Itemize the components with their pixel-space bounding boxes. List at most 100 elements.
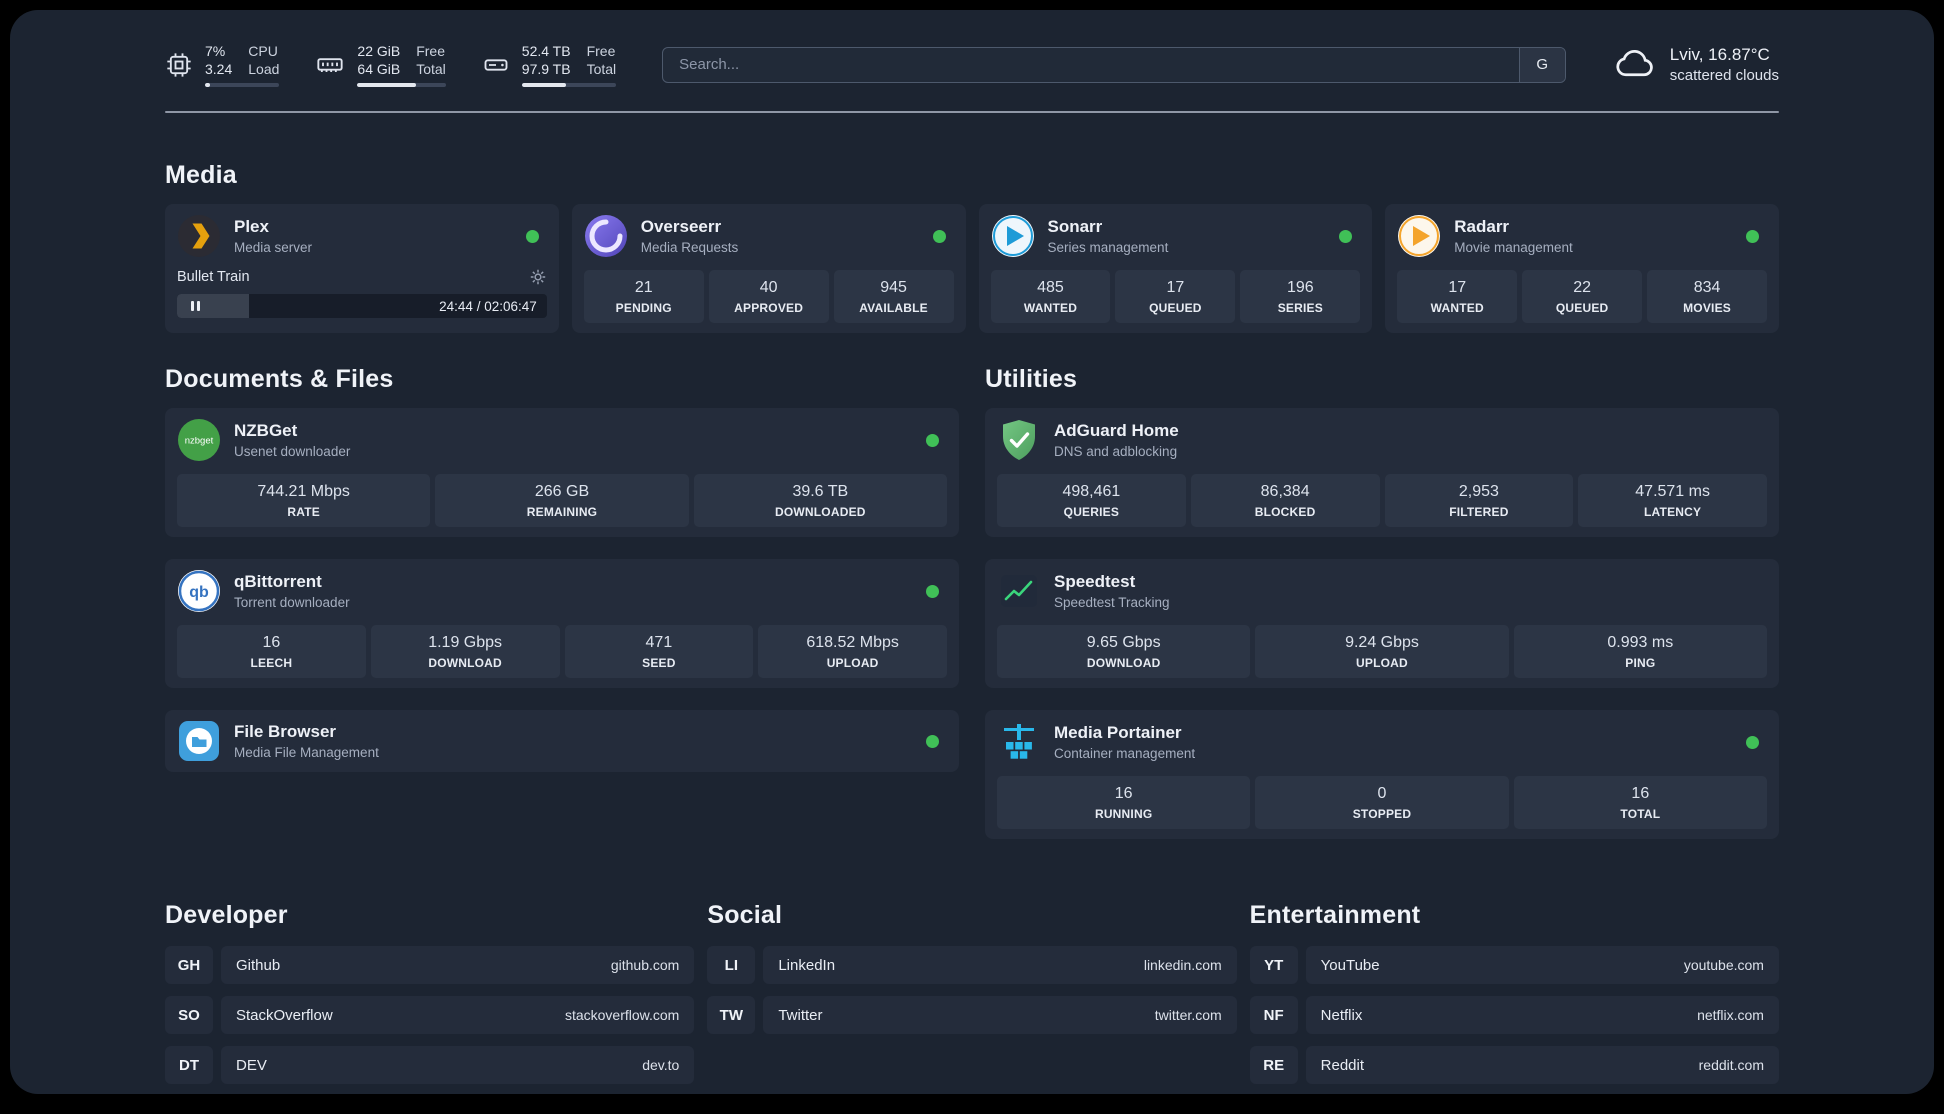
playback-time: 24:44 / 02:06:47 xyxy=(439,298,537,314)
app-card-sonarr[interactable]: Sonarr Series management 485 WANTED 17 Q… xyxy=(978,204,1373,334)
stat-queued: 22 QUEUED xyxy=(1522,270,1643,324)
stat-approved: 40 APPROVED xyxy=(708,270,829,324)
bookmark-twitter[interactable]: TW Twitter twitter.com xyxy=(707,996,1237,1035)
playback-progress-bar[interactable]: 24:44 / 02:06:47 xyxy=(177,294,547,319)
stat-running: 16 RUNNING xyxy=(997,776,1251,830)
app-card-speedtest[interactable]: Speedtest Speedtest Tracking 9.65 Gbps D… xyxy=(985,559,1779,689)
bookmark-url: linkedin.com xyxy=(1143,957,1222,974)
stat-rate: 744.21 Mbps RATE xyxy=(177,474,431,528)
utilities-column: Utilities AdGuard Home DNS and adblockin… xyxy=(985,365,1779,840)
stat-label: WANTED xyxy=(1023,301,1078,316)
bookmark-abbr: GH xyxy=(165,946,213,985)
disk-progress-bar xyxy=(521,83,617,88)
stat-remaining: 266 GB REMAINING xyxy=(435,474,689,528)
stat-value: 17 xyxy=(1166,279,1185,297)
stat-value: 945 xyxy=(880,279,907,297)
weather-widget: Lviv, 16.87°C scattered clouds xyxy=(1612,42,1779,87)
app-subtitle: Speedtest Tracking xyxy=(1054,595,1170,611)
bookmark-youtube[interactable]: YT YouTube youtube.com xyxy=(1249,946,1779,985)
app-subtitle: Usenet downloader xyxy=(234,444,351,460)
bookmark-abbr: SO xyxy=(165,996,213,1035)
stat-series: 196 SERIES xyxy=(1240,270,1361,324)
ram-free-value: 22 GiB xyxy=(357,43,401,59)
stat-value: 0.993 ms xyxy=(1607,634,1674,652)
weather-location: Lviv, 16.87°C xyxy=(1669,45,1770,65)
bookmark-reddit[interactable]: RE Reddit reddit.com xyxy=(1249,1046,1779,1085)
app-card-portainer[interactable]: Media Portainer Container management 16 … xyxy=(985,710,1779,840)
app-card-nzbget[interactable]: nzbget NZBGet Usenet downloader 744.21 M… xyxy=(165,408,959,538)
stat-total: 16 TOTAL xyxy=(1513,776,1767,830)
bookmark-name: LinkedIn xyxy=(778,956,836,974)
bookmark-url: twitter.com xyxy=(1154,1007,1222,1024)
pause-icon[interactable] xyxy=(187,297,204,315)
app-subtitle: Container management xyxy=(1054,746,1196,762)
gear-icon[interactable] xyxy=(529,268,547,286)
app-name: qBittorrent xyxy=(234,572,322,592)
bookmark-name: Github xyxy=(236,956,281,974)
stat-value: 16 xyxy=(1114,785,1133,803)
cpu-icon xyxy=(165,51,193,79)
disk-progress-fill xyxy=(521,83,567,88)
bookmark-abbr: LI xyxy=(707,946,756,985)
app-name: Radarr xyxy=(1454,217,1510,237)
stat-value: 9.24 Gbps xyxy=(1345,634,1419,652)
stat-upload: 618.52 Mbps UPLOAD xyxy=(758,625,947,679)
bookmark-netflix[interactable]: NF Netflix netflix.com xyxy=(1249,996,1779,1035)
app-card-radarr[interactable]: Radarr Movie management 17 WANTED 22 QUE… xyxy=(1385,204,1779,334)
weather-condition: scattered clouds xyxy=(1669,67,1779,85)
adguard-icon xyxy=(997,418,1041,462)
section-title-documents: Documents & Files xyxy=(165,365,394,394)
stat-value: 266 GB xyxy=(534,483,590,501)
stats-row: 485 WANTED 17 QUEUED 196 SERIES xyxy=(990,270,1361,324)
stat-wanted: 485 WANTED xyxy=(990,270,1111,324)
app-card-overseerr[interactable]: Overseerr Media Requests 21 PENDING 40 A… xyxy=(571,204,966,334)
plex-icon xyxy=(177,214,221,258)
stat-value: 1.19 Gbps xyxy=(428,634,503,652)
stat-label: UPLOAD xyxy=(1356,656,1408,671)
search-engine-button[interactable]: G xyxy=(1518,47,1565,82)
filebrowser-icon xyxy=(177,719,221,763)
search-input[interactable] xyxy=(662,46,1566,83)
stat-value: 39.6 TB xyxy=(792,483,849,501)
section-title-utilities: Utilities xyxy=(985,365,1078,394)
stat-upload: 9.24 Gbps UPLOAD xyxy=(1255,625,1509,679)
status-dot xyxy=(1746,735,1759,749)
stat-label: SEED xyxy=(642,656,676,671)
stat-label: SERIES xyxy=(1277,301,1323,316)
bookmark-stackoverflow[interactable]: SO StackOverflow stackoverflow.com xyxy=(165,996,695,1035)
stat-value: 40 xyxy=(759,279,778,297)
stats-row: 9.65 Gbps DOWNLOAD 9.24 Gbps UPLOAD 0.99… xyxy=(997,625,1767,679)
stat-label: BLOCKED xyxy=(1254,505,1316,520)
app-card-qbittorrent[interactable]: qb qBittorrent Torrent downloader 16 LEE… xyxy=(165,559,959,689)
speedtest-icon xyxy=(997,569,1041,613)
status-dot xyxy=(926,584,939,598)
ram-progress-fill xyxy=(357,83,416,88)
search-bar: G xyxy=(662,46,1566,83)
status-dot xyxy=(1339,229,1353,243)
bookmark-github[interactable]: GH Github github.com xyxy=(165,946,695,985)
bookmark-abbr: RE xyxy=(1249,1046,1298,1085)
app-name: Speedtest xyxy=(1054,572,1136,592)
stat-wanted: 17 WANTED xyxy=(1397,270,1518,324)
app-card-plex[interactable]: Plex Media server Bullet Train 24:44 / 0… xyxy=(165,204,559,334)
stat-value: 744.21 Mbps xyxy=(257,483,350,501)
bookmark-linkedin[interactable]: LI LinkedIn linkedin.com xyxy=(707,946,1237,985)
stat-value: 16 xyxy=(262,634,281,652)
stat-latency: 47.571 ms LATENCY xyxy=(1578,474,1767,528)
qbittorrent-icon: qb xyxy=(177,569,221,613)
app-card-filebrowser[interactable]: File Browser Media File Management xyxy=(165,710,959,773)
ram-metric: 22 GiB 64 GiB Free Total xyxy=(315,42,446,88)
bookmark-abbr: NF xyxy=(1249,996,1298,1035)
stat-pending: 21 PENDING xyxy=(583,270,704,324)
cpu-progress-fill xyxy=(205,83,211,88)
disk-total-value: 97.9 TB xyxy=(521,61,571,78)
stats-row: 17 WANTED 22 QUEUED 834 MOVIES xyxy=(1397,270,1768,324)
cloud-icon xyxy=(1612,42,1658,87)
bookmark-dev[interactable]: DT DEV dev.to xyxy=(165,1046,695,1085)
stat-seed: 471 SEED xyxy=(564,625,754,679)
stat-stopped: 0 STOPPED xyxy=(1255,776,1509,830)
app-card-adguard[interactable]: AdGuard Home DNS and adblocking 498,461 … xyxy=(985,408,1779,538)
stat-label: PING xyxy=(1625,656,1656,671)
stat-label: APPROVED xyxy=(734,301,804,316)
stat-available: 945 AVAILABLE xyxy=(833,270,954,324)
